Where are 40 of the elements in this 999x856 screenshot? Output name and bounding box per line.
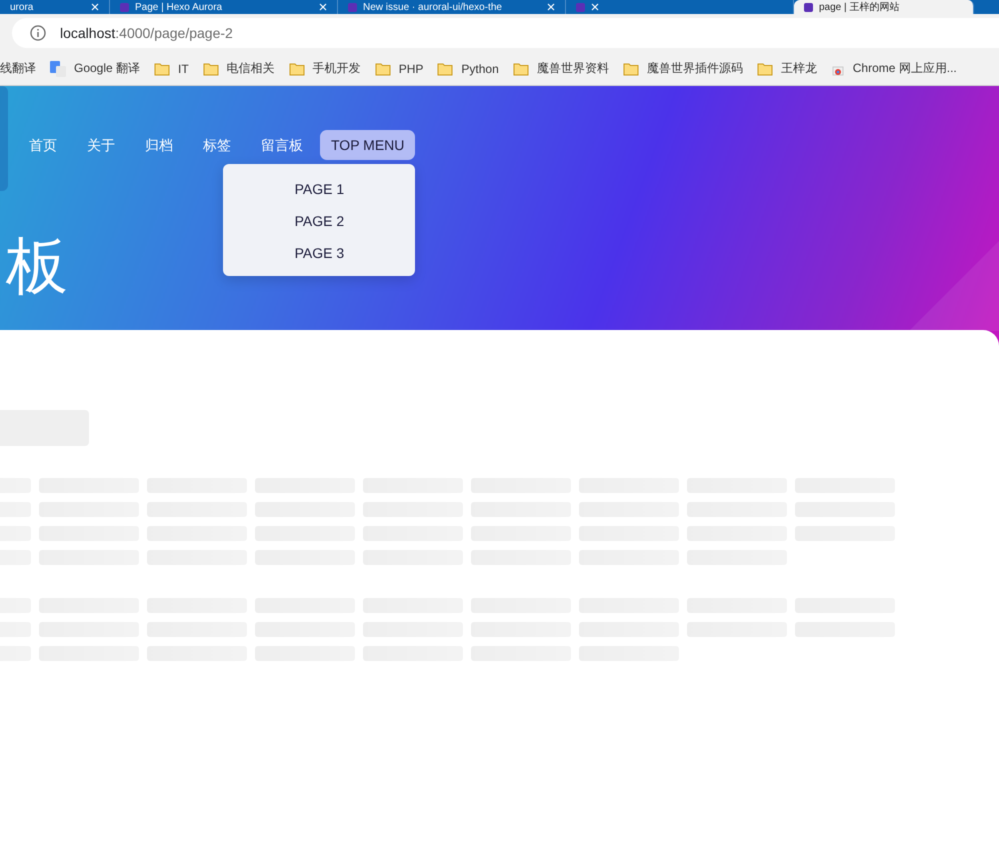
page-title: 板: [4, 228, 69, 304]
folder-icon: [288, 62, 305, 76]
address-field[interactable]: localhost:4000/page/page-2: [12, 18, 999, 48]
folder-icon: [437, 62, 454, 76]
nav-link[interactable]: 标签: [190, 130, 244, 162]
bookmark[interactable]: Chrome 网上应用...: [830, 60, 957, 77]
browser-tab[interactable]: page | 王梓的网站: [794, 0, 974, 14]
nav-link[interactable]: TOP MENU: [320, 130, 416, 160]
tab-favicon-icon: [120, 2, 129, 12]
bookmark[interactable]: PHP: [374, 62, 424, 76]
bookmark[interactable]: 电信相关: [202, 60, 275, 77]
bookmark[interactable]: 魔兽世界资料: [512, 60, 609, 77]
nav-link[interactable]: 关于: [74, 130, 128, 162]
translate-icon: [50, 60, 66, 76]
bookmark[interactable]: Google 翻译: [50, 60, 140, 77]
bookmark[interactable]: 王梓龙: [756, 60, 817, 77]
folder-icon: [202, 62, 219, 76]
menu-item[interactable]: PAGE 2: [294, 210, 344, 232]
tab-favicon-icon: [576, 2, 585, 12]
close-icon[interactable]: [591, 3, 599, 11]
folder-icon: [374, 62, 391, 76]
nav-link[interactable]: 留言板: [248, 130, 316, 162]
menu-item[interactable]: PAGE 3: [294, 242, 344, 264]
bookmark[interactable]: Python: [437, 62, 499, 76]
bookmark[interactable]: IT: [154, 62, 189, 76]
folder-icon: [622, 62, 639, 76]
tab-favicon-icon: [804, 2, 813, 12]
info-icon: [30, 25, 46, 41]
nav-link[interactable]: 归档: [132, 130, 186, 162]
folder-icon: [154, 62, 170, 76]
menu-item[interactable]: PAGE 1: [294, 178, 344, 200]
bookmark[interactable]: 手机开发: [288, 60, 361, 77]
close-icon[interactable]: [91, 3, 99, 11]
bookmark[interactable]: 线翻译: [0, 60, 36, 77]
folder-icon: [756, 62, 773, 76]
bookmark[interactable]: 魔兽世界插件源码: [622, 60, 743, 77]
folder-icon: [512, 62, 529, 76]
close-icon[interactable]: [547, 3, 555, 11]
close-icon[interactable]: [319, 3, 327, 11]
tab-favicon-icon: [348, 2, 357, 12]
